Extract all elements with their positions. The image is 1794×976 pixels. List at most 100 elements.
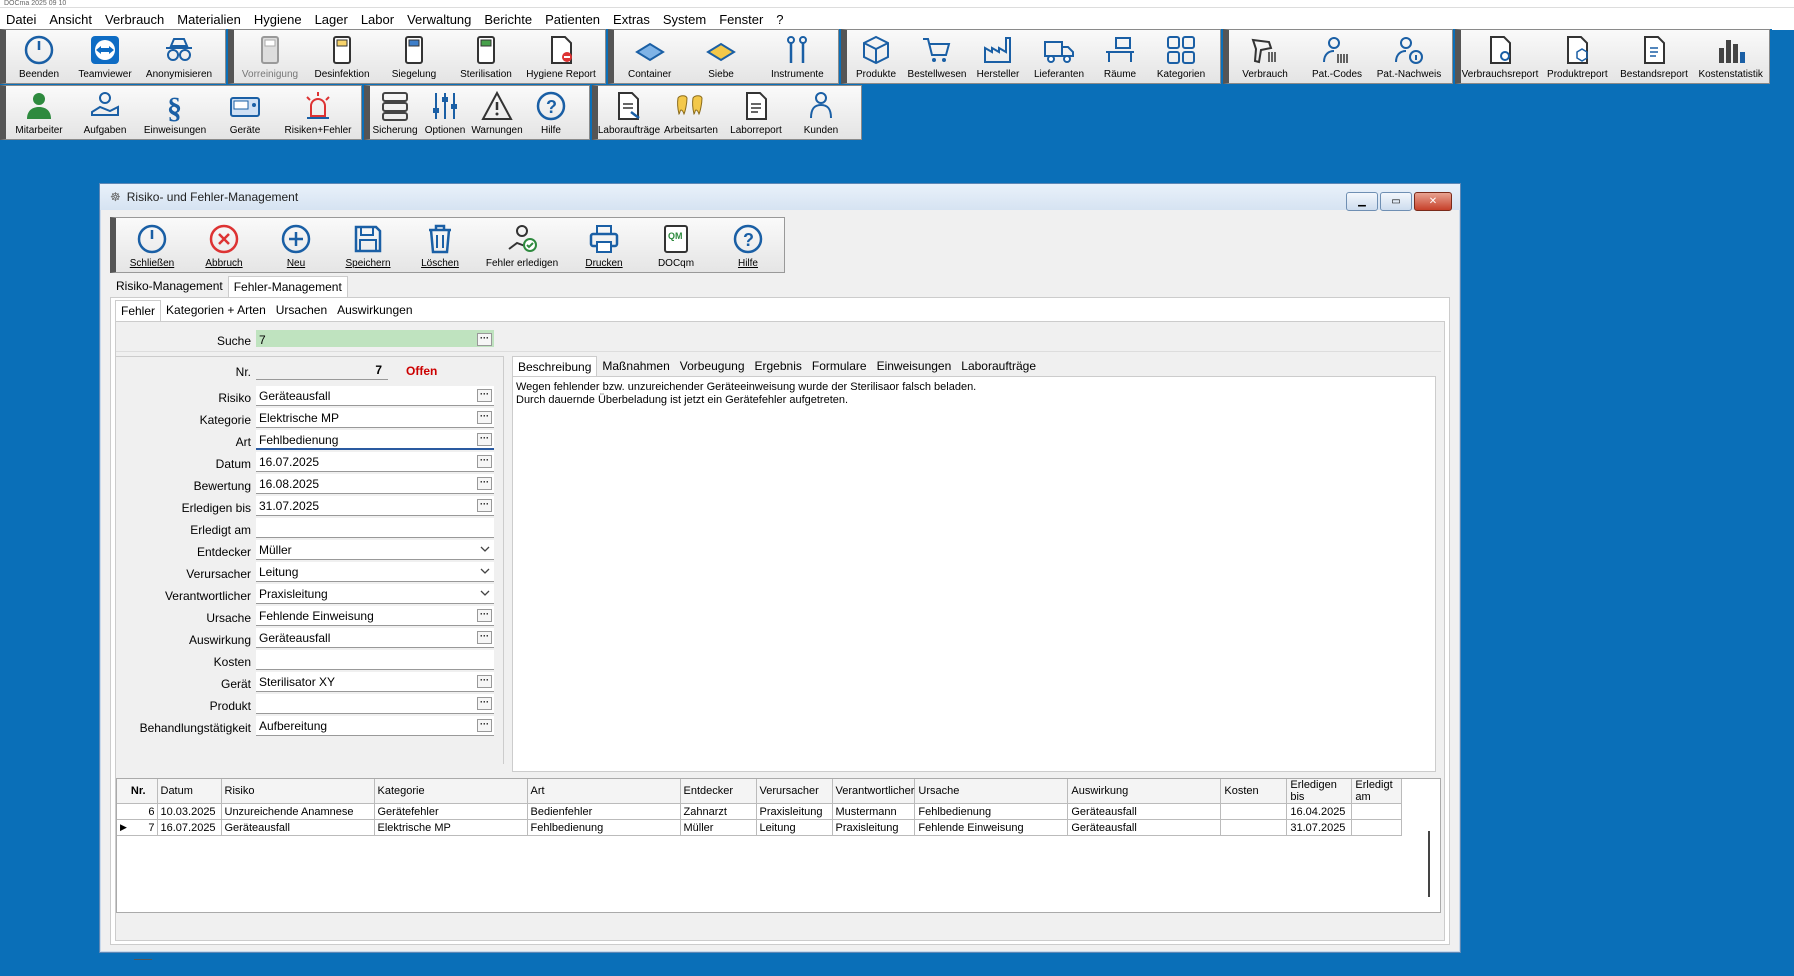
pat-codes-button[interactable]: Pat.-Codes — [1301, 30, 1373, 83]
verantwortlicher-field[interactable]: Praxisleitung — [256, 584, 494, 604]
menu-system[interactable]: System — [663, 12, 714, 27]
schliessen-button[interactable]: Schließen — [116, 219, 188, 272]
kategorien-button[interactable]: Kategorien — [1149, 30, 1213, 83]
kostenstatistik-button[interactable]: Kostenstatistik — [1692, 30, 1769, 83]
geraete-button[interactable]: Geräte — [212, 86, 278, 139]
vertical-scrollbar[interactable] — [1428, 831, 1430, 897]
container-button[interactable]: Container — [614, 30, 685, 83]
menu-datei[interactable]: Datei — [6, 12, 44, 27]
optionen-button[interactable]: Optionen — [420, 86, 470, 139]
search-dots-button[interactable]: ··· — [477, 333, 492, 346]
chevron-down-icon[interactable] — [480, 544, 490, 554]
entdecker-field[interactable]: Müller — [256, 540, 494, 560]
teamviewer-button[interactable]: Teamviewer — [72, 30, 138, 83]
menu-help[interactable]: ? — [776, 12, 791, 27]
speichern-button[interactable]: Speichern — [332, 219, 404, 272]
beenden-button[interactable]: Beenden — [6, 30, 72, 83]
mitarbeiter-button[interactable]: Mitarbeiter — [6, 86, 72, 139]
column-header[interactable]: Auswirkung — [1067, 779, 1222, 804]
column-header[interactable]: Verantwortlicher — [832, 779, 916, 804]
hilfe-button[interactable]: ? Hilfe — [712, 219, 784, 272]
column-header[interactable]: Art — [527, 779, 681, 804]
produkt-field[interactable]: ··· — [256, 694, 494, 714]
lieferanten-button[interactable]: Lieferanten — [1027, 30, 1091, 83]
maximize-button[interactable]: ▭ — [1380, 192, 1412, 211]
risiken-fehler-button[interactable]: Risiken+Fehler — [278, 86, 358, 139]
tab-laborauftraege[interactable]: Laboraufträge — [956, 356, 1041, 377]
desinfektion-button[interactable]: Desinfektion — [306, 30, 378, 83]
risiko-dots-button[interactable]: ··· — [477, 389, 492, 402]
column-header[interactable]: Erledigt am — [1351, 779, 1403, 804]
chevron-down-icon[interactable] — [480, 588, 490, 598]
close-window-button[interactable]: ✕ — [1414, 192, 1452, 211]
auswirkung-field[interactable]: Geräteausfall ··· — [256, 628, 494, 648]
bewertung-dots-button[interactable]: ··· — [477, 477, 492, 490]
kunden-button[interactable]: Kunden — [790, 86, 852, 139]
produkte-button[interactable]: Produkte — [847, 30, 905, 83]
drucken-button[interactable]: Drucken — [568, 219, 640, 272]
menu-hygiene[interactable]: Hygiene — [254, 12, 310, 27]
ursache-dots-button[interactable]: ··· — [477, 609, 492, 622]
auswirkung-dots-button[interactable]: ··· — [477, 631, 492, 644]
column-header[interactable]: Erledigen bis — [1286, 779, 1353, 804]
menu-berichte[interactable]: Berichte — [484, 12, 540, 27]
bestellwesen-button[interactable]: Bestellwesen — [905, 30, 969, 83]
laborauftraege-button[interactable]: Laboraufträge — [598, 86, 660, 139]
column-header[interactable]: Nr. — [117, 779, 158, 804]
kosten-field[interactable] — [256, 650, 494, 670]
column-header[interactable]: Entdecker — [680, 779, 757, 804]
risiko-field[interactable]: Geräteausfall ··· — [256, 386, 494, 406]
table-row[interactable]: 6 10.03.2025 Unzureichende Anamnese Gerätef… — [117, 803, 1403, 820]
verbrauch-button[interactable]: Verbrauch — [1229, 30, 1301, 83]
tab-fehler-management[interactable]: Fehler-Management — [227, 276, 348, 297]
abbruch-button[interactable]: Abbruch — [188, 219, 260, 272]
tab-formulare[interactable]: Formulare — [807, 356, 872, 377]
hygiene-report-button[interactable]: Hygiene Report — [522, 30, 600, 83]
menu-ansicht[interactable]: Ansicht — [49, 12, 100, 27]
tab-ergebnis[interactable]: Ergebnis — [750, 356, 807, 377]
menu-verwaltung[interactable]: Verwaltung — [407, 12, 479, 27]
chevron-down-icon[interactable] — [480, 566, 490, 576]
tab-massnahmen[interactable]: Maßnahmen — [597, 356, 674, 377]
menu-verbrauch[interactable]: Verbrauch — [105, 12, 172, 27]
gerät-dots-button[interactable]: ··· — [477, 675, 492, 688]
verbrauchsreport-button[interactable]: Verbrauchsreport — [1461, 30, 1539, 83]
instrumente-button[interactable]: Instrumente — [757, 30, 838, 83]
datum-field[interactable]: 16.07.2025 ··· — [256, 452, 494, 472]
tab-ursachen[interactable]: Ursachen — [271, 300, 332, 321]
behandlungstätigkeit-dots-button[interactable]: ··· — [477, 719, 492, 732]
anonymisieren-button[interactable]: Anonymisieren — [138, 30, 220, 83]
search-input[interactable]: 7 ··· — [256, 330, 494, 347]
kategorie-dots-button[interactable]: ··· — [477, 411, 492, 424]
window-titlebar[interactable]: ☸ Risiko- und Fehler-Management — [100, 184, 1460, 210]
bewertung-field[interactable]: 16.08.2025 ··· — [256, 474, 494, 494]
column-header[interactable]: Verursacher — [756, 779, 833, 804]
kategorie-field[interactable]: Elektrische MP ··· — [256, 408, 494, 428]
description-textarea[interactable]: Wegen fehlender bzw. unzureichender Gerä… — [512, 376, 1436, 772]
aufgaben-button[interactable]: Aufgaben — [72, 86, 138, 139]
neu-button[interactable]: Neu — [260, 219, 332, 272]
sicherung-button[interactable]: Sicherung — [370, 86, 420, 139]
menu-materialien[interactable]: Materialien — [177, 12, 249, 27]
sterilisation-button[interactable]: Sterilisation — [450, 30, 522, 83]
arbeitsarten-button[interactable]: Arbeitsarten — [660, 86, 722, 139]
hersteller-button[interactable]: Hersteller — [969, 30, 1027, 83]
pat-nachweis-button[interactable]: Pat.-Nachweis — [1373, 30, 1445, 83]
minimize-button[interactable]: ▁ — [1346, 192, 1378, 211]
tab-vorbeugung[interactable]: Vorbeugung — [675, 356, 750, 377]
art-field[interactable]: Fehlbedienung ··· — [256, 430, 494, 450]
laborreport-button[interactable]: Laborreport — [722, 86, 790, 139]
tab-einweisungen[interactable]: Einweisungen — [872, 356, 957, 377]
hilfe-button-main[interactable]: ? Hilfe — [524, 86, 578, 139]
column-header[interactable]: Kategorie — [374, 779, 528, 804]
einweisungen-button[interactable]: § Einweisungen — [138, 86, 212, 139]
loeschen-button[interactable]: Löschen — [404, 219, 476, 272]
menu-labor[interactable]: Labor — [361, 12, 402, 27]
menu-extras[interactable]: Extras — [613, 12, 658, 27]
column-header[interactable]: Kosten — [1220, 779, 1288, 804]
tab-risiko-management[interactable]: Risiko-Management — [111, 276, 228, 297]
resize-grip[interactable] — [134, 959, 152, 960]
bestandsreport-button[interactable]: Bestandsreport — [1616, 30, 1693, 83]
fehler-erledigen-button[interactable]: Fehler erledigen — [476, 219, 568, 272]
raeume-button[interactable]: Räume — [1091, 30, 1149, 83]
